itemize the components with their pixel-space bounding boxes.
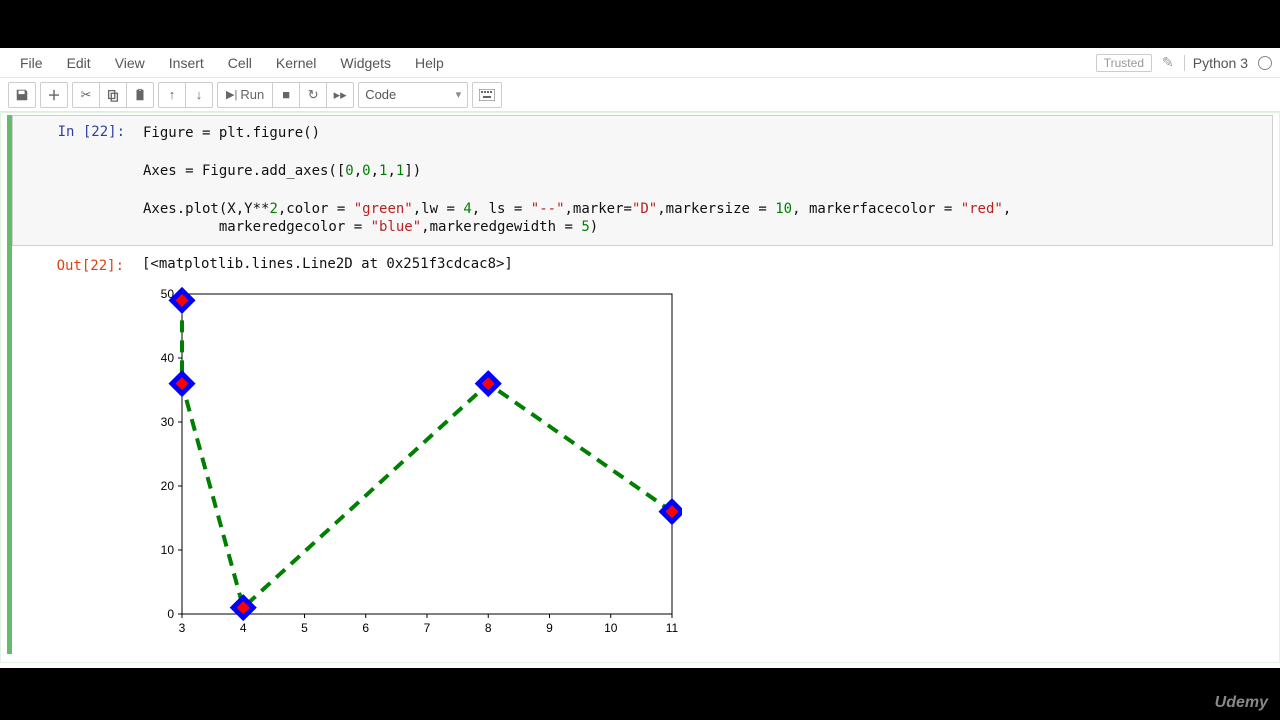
celltype-value: Code [365,87,396,102]
svg-text:8: 8 [485,621,492,635]
out-prompt: Out[22]: [12,250,132,278]
code-cell[interactable]: In [22]: Figure = plt.figure() Axes = Fi… [7,115,1273,654]
restart-run-all-button[interactable]: ▸▸ [326,82,354,108]
restart-button[interactable]: ↻ [299,82,327,108]
svg-text:10: 10 [161,543,175,557]
paste-icon [133,88,147,102]
menu-file[interactable]: File [8,51,55,75]
code-editor[interactable]: Figure = plt.figure() Axes = Figure.add_… [133,116,1272,245]
udemy-logo: Udemy [1215,694,1268,712]
copy-button[interactable] [99,82,127,108]
command-palette-button[interactable] [472,82,502,108]
menu-insert[interactable]: Insert [157,51,216,75]
fast-forward-icon: ▸▸ [334,87,347,103]
run-button[interactable]: ▶| Run [217,82,273,108]
menu-edit[interactable]: Edit [55,51,103,75]
kernel-name[interactable]: Python 3 [1184,55,1248,71]
matplotlib-chart: 0102030405034567891011 [142,284,682,644]
svg-text:4: 4 [240,621,247,635]
svg-text:7: 7 [424,621,431,635]
move-down-button[interactable]: ↓ [185,82,213,108]
svg-text:10: 10 [604,621,618,635]
menu-kernel[interactable]: Kernel [264,51,328,75]
notebook-body[interactable]: In [22]: Figure = plt.figure() Axes = Fi… [0,112,1280,668]
keyboard-icon [479,89,495,101]
input-area: In [22]: Figure = plt.figure() Axes = Fi… [12,115,1273,246]
step-forward-icon: ▶| [226,88,237,101]
arrow-down-icon: ↓ [196,87,203,102]
cut-button[interactable]: ✂ [72,82,100,108]
save-button[interactable] [8,82,36,108]
svg-text:6: 6 [362,621,369,635]
jupyter-notebook: File Edit View Insert Cell Kernel Widget… [0,48,1280,668]
run-label: Run [240,87,264,102]
svg-text:40: 40 [161,351,175,365]
menu-cell[interactable]: Cell [216,51,264,75]
menu-help[interactable]: Help [403,51,456,75]
plus-icon: ＋ [47,85,60,104]
arrow-up-icon: ↑ [169,87,176,102]
celltype-select[interactable]: Code [358,82,468,108]
stop-icon: ■ [282,87,290,102]
svg-text:11: 11 [666,621,679,635]
scissors-icon: ✂ [81,87,92,103]
menu-widgets[interactable]: Widgets [328,51,403,75]
output-area: Out[22]: [<matplotlib.lines.Line2D at 0x… [12,246,1273,278]
svg-text:3: 3 [179,621,186,635]
svg-text:30: 30 [161,415,175,429]
refresh-icon: ↻ [308,87,319,103]
in-prompt: In [22]: [13,116,133,245]
add-cell-button[interactable]: ＋ [40,82,68,108]
interrupt-button[interactable]: ■ [272,82,300,108]
copy-icon [106,88,120,102]
kernel-indicator-icon [1258,56,1272,70]
trusted-badge: Trusted [1096,54,1152,72]
save-icon [15,88,29,102]
menu-view[interactable]: View [103,51,157,75]
output-text: [<matplotlib.lines.Line2D at 0x251f3cdca… [132,250,1273,278]
svg-text:5: 5 [301,621,308,635]
plot-output: 0102030405034567891011 [12,278,1273,654]
paste-button[interactable] [126,82,154,108]
svg-text:0: 0 [167,607,174,621]
move-up-button[interactable]: ↑ [158,82,186,108]
menubar: File Edit View Insert Cell Kernel Widget… [0,48,1280,78]
svg-text:20: 20 [161,479,175,493]
svg-text:9: 9 [546,621,553,635]
toolbar: ＋ ✂ ↑ ↓ ▶| Run [0,78,1280,112]
pencil-icon[interactable]: ✎ [1162,54,1174,71]
